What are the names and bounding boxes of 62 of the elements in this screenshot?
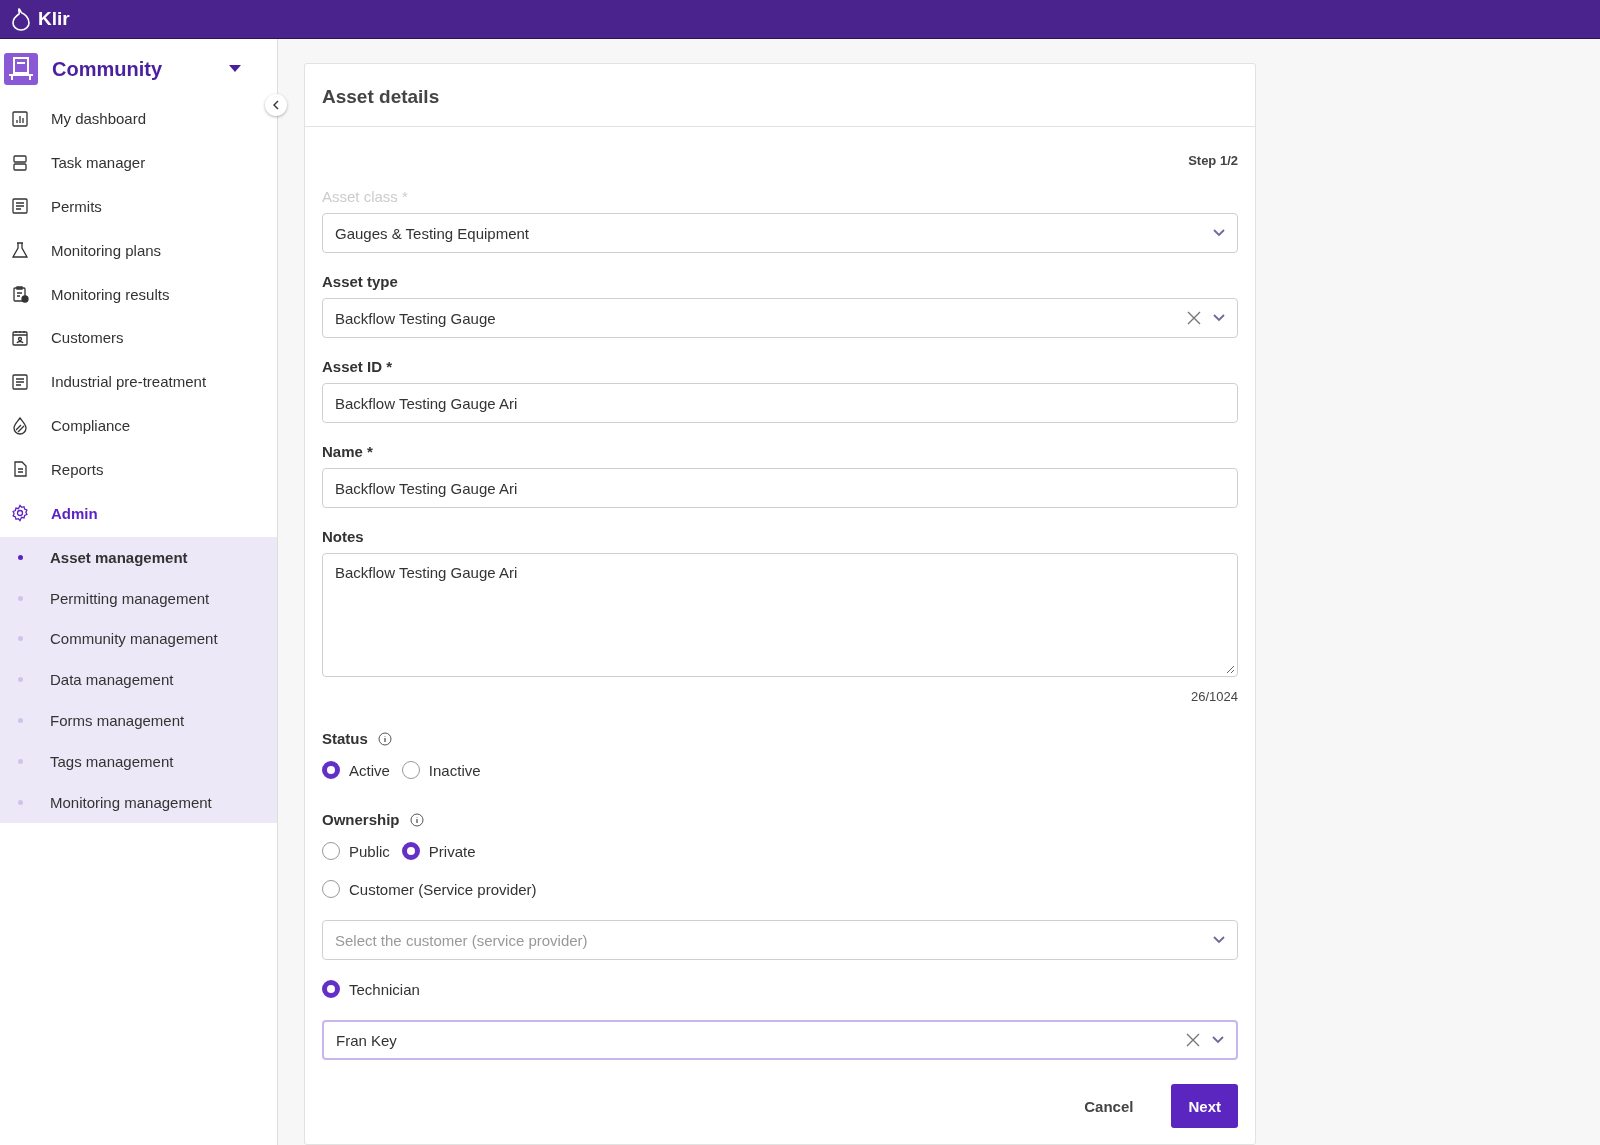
- flask-icon[interactable]: [10, 240, 30, 261]
- caret-icon[interactable]: [229, 65, 241, 73]
- app-name: Klir: [38, 8, 70, 30]
- chevron-down-icon: [1213, 229, 1225, 237]
- sidebar-item[interactable]: Monitoring plans: [0, 228, 277, 273]
- sidebar-item[interactable]: Customers: [0, 316, 277, 360]
- sidebar-subitem[interactable]: Tags management: [0, 740, 277, 782]
- text-field[interactable]: Backflow Testing Gauge Ari: [322, 383, 1238, 423]
- sidebar-subitem[interactable]: Forms management: [0, 700, 277, 741]
- select-field[interactable]: Fran Key: [322, 1020, 1238, 1060]
- chevron-left-icon[interactable]: [271, 100, 281, 110]
- sidebar-subitem[interactable]: Monitoring management: [0, 781, 277, 823]
- field-label: Name *: [322, 443, 373, 460]
- info-icon[interactable]: [409, 812, 424, 827]
- field-label: Asset type: [322, 273, 398, 290]
- radio-option[interactable]: Private: [401, 842, 476, 860]
- step-indicator: Step 1/2: [1188, 153, 1238, 168]
- sidebar-subitem[interactable]: Community management: [0, 618, 277, 660]
- radio-option[interactable]: Public: [322, 842, 390, 860]
- settings-icon[interactable]: [10, 503, 30, 524]
- character-counter: 26/1024: [1190, 689, 1238, 704]
- notes-field[interactable]: Backflow Testing Gauge Ari: [322, 553, 1238, 677]
- sidebar-item[interactable]: Task manager: [0, 140, 277, 185]
- drop-icon[interactable]: [10, 415, 30, 436]
- info-icon[interactable]: [377, 731, 392, 746]
- stack-icon[interactable]: [10, 152, 30, 173]
- card-title: Asset details: [322, 86, 440, 107]
- radio-option[interactable]: Technician: [322, 980, 420, 998]
- logo-icon: [10, 7, 32, 31]
- sidebar-item[interactable]: My dashboard: [0, 97, 277, 141]
- cancel-button[interactable]: Cancel: [1078, 1096, 1140, 1116]
- next-button[interactable]: Next: [1171, 1084, 1238, 1128]
- clipboard-icon[interactable]: [10, 284, 30, 305]
- chevron-down-icon: [1213, 314, 1225, 322]
- chart-icon[interactable]: [10, 108, 30, 129]
- document-icon[interactable]: [10, 371, 30, 392]
- sidebar-subitem[interactable]: Permitting management: [0, 577, 277, 619]
- sidebar-item[interactable]: Permits: [0, 184, 277, 229]
- radio-option[interactable]: Active: [322, 761, 390, 779]
- sidebar-item[interactable]: Admin: [0, 491, 277, 535]
- sidebar-item[interactable]: Compliance: [0, 403, 277, 448]
- resize-handle-icon[interactable]: [1225, 664, 1235, 674]
- sidebar-subitem[interactable]: Data management: [0, 659, 277, 701]
- field-label: Asset ID *: [322, 358, 393, 375]
- sidebar-item[interactable]: Industrial pre-treatment: [0, 359, 277, 404]
- workspace-name[interactable]: Community: [52, 57, 215, 81]
- chevron-down-icon: [1213, 936, 1225, 944]
- clear-icon[interactable]: [1186, 1033, 1200, 1047]
- clear-icon[interactable]: [1187, 311, 1201, 325]
- field-label: Notes: [322, 528, 364, 545]
- workspace-icon: [4, 53, 38, 85]
- field-label: Status: [322, 730, 368, 747]
- radio-option[interactable]: Customer (Service provider): [322, 880, 537, 898]
- chevron-down-icon: [1212, 1036, 1224, 1044]
- field-label: Ownership: [322, 811, 400, 828]
- sidebar-subitem[interactable]: Asset management: [0, 536, 277, 578]
- text-field[interactable]: Backflow Testing Gauge Ari: [322, 468, 1238, 508]
- select-field[interactable]: Backflow Testing Gauge: [322, 298, 1238, 338]
- radio-option[interactable]: Inactive: [401, 761, 481, 779]
- document-icon[interactable]: [10, 196, 30, 217]
- sidebar-item[interactable]: Monitoring results: [0, 272, 277, 316]
- sidebar-item[interactable]: Reports: [0, 447, 277, 492]
